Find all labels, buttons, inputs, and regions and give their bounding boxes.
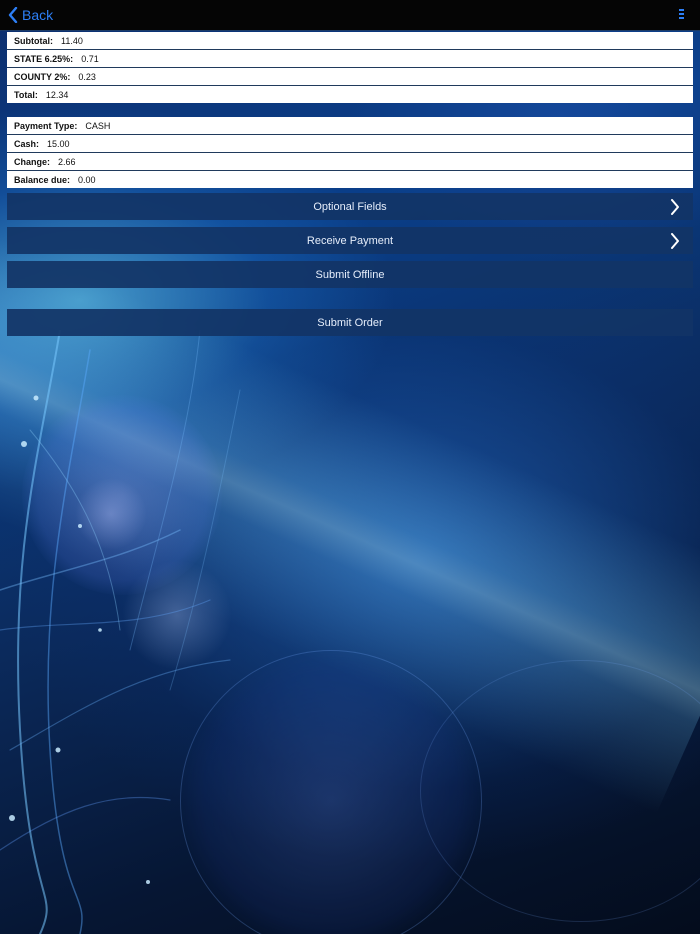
row-value: 2.66 bbox=[58, 156, 76, 167]
subtotal-row: Subtotal: 11.40 bbox=[7, 32, 693, 50]
county-tax-row: COUNTY 2%: 0.23 bbox=[7, 68, 693, 86]
button-label: Receive Payment bbox=[306, 234, 394, 247]
submit-offline-button[interactable]: Submit Offline bbox=[7, 261, 693, 288]
row-label: Balance due: bbox=[14, 174, 71, 185]
row-label: STATE 6.25%: bbox=[14, 53, 74, 64]
row-value: 0.23 bbox=[78, 71, 96, 82]
row-label: Change: bbox=[14, 156, 50, 167]
payment-panel: Payment Type: CASH Cash: 15.00 Change: 2… bbox=[7, 117, 693, 188]
row-label: Subtotal: bbox=[14, 35, 53, 46]
row-label: Cash: bbox=[14, 138, 40, 149]
total-row: Total: 12.34 bbox=[7, 86, 693, 103]
chevron-left-icon bbox=[8, 7, 18, 23]
row-label: COUNTY 2%: bbox=[14, 71, 71, 82]
row-label: Total: bbox=[14, 89, 38, 100]
back-label: Back bbox=[22, 7, 54, 23]
button-label: Submit Offline bbox=[315, 268, 385, 281]
row-value: 15.00 bbox=[47, 138, 70, 149]
change-row: Change: 2.66 bbox=[7, 153, 693, 171]
optional-fields-button[interactable]: Optional Fields bbox=[7, 193, 693, 220]
balance-due-row: Balance due: 0.00 bbox=[7, 171, 693, 188]
glowing-strands bbox=[0, 330, 241, 934]
row-value: 11.40 bbox=[61, 35, 83, 46]
submit-order-button[interactable]: Submit Order bbox=[7, 309, 693, 336]
row-value: 12.34 bbox=[45, 89, 69, 100]
button-label: Optional Fields bbox=[313, 200, 387, 213]
row-value: 0.00 bbox=[78, 174, 96, 185]
state-tax-row: STATE 6.25%: 0.71 bbox=[7, 50, 693, 68]
cash-row: Cash: 15.00 bbox=[7, 135, 693, 153]
menu-icon[interactable] bbox=[679, 9, 684, 21]
row-value: 0.71 bbox=[81, 53, 99, 64]
navigation-bar: Back bbox=[0, 0, 700, 31]
chevron-right-icon bbox=[671, 233, 679, 249]
row-value: CASH bbox=[85, 120, 111, 131]
order-summary-panel: Subtotal: 11.40 STATE 6.25%: 0.71 COUNTY… bbox=[7, 32, 693, 103]
receive-payment-button[interactable]: Receive Payment bbox=[7, 227, 693, 254]
chevron-right-icon bbox=[671, 199, 679, 215]
button-label: Submit Order bbox=[317, 316, 383, 329]
back-button[interactable]: Back bbox=[8, 5, 53, 25]
payment-type-row: Payment Type: CASH bbox=[7, 117, 693, 135]
row-label: Payment Type: bbox=[14, 120, 78, 131]
